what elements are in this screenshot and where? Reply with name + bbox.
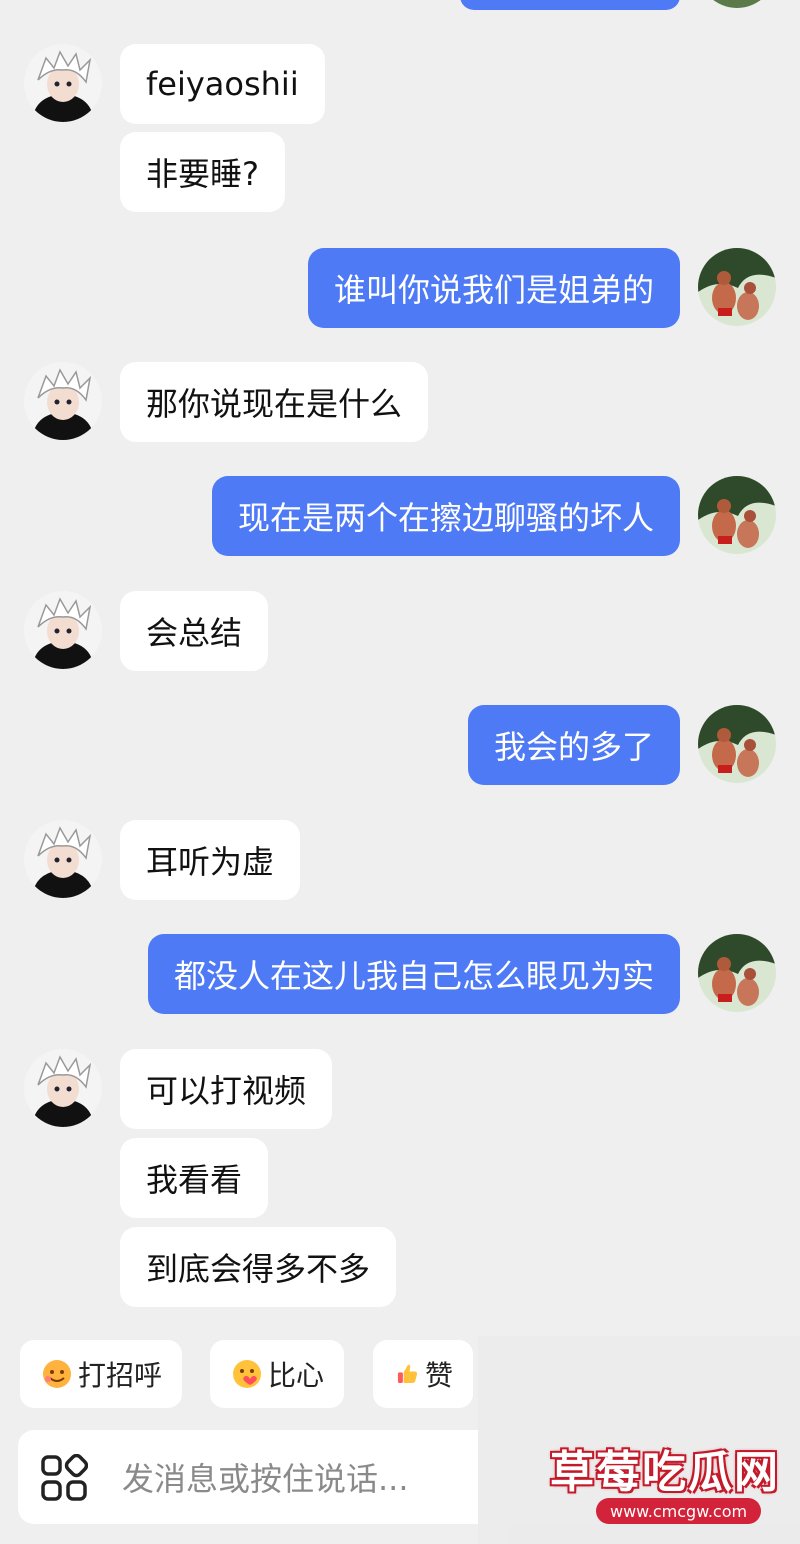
contact-avatar[interactable] [24, 362, 102, 440]
my-avatar[interactable] [698, 248, 776, 326]
my-avatar[interactable] [698, 705, 776, 783]
contact-avatar[interactable] [24, 1049, 102, 1127]
message-bubble[interactable]: 可以打视频 [120, 1049, 333, 1129]
contact-avatar[interactable] [24, 44, 102, 122]
chip-label: 比心 [268, 1359, 325, 1392]
message-input-field[interactable]: 发消息或按住说话... [122, 1430, 409, 1524]
message-bubble[interactable]: 现在是两个在擦边聊骚的坏人 [211, 476, 680, 556]
smile-wave-icon [43, 1360, 71, 1388]
message-bubble[interactable]: 会总结 [120, 591, 269, 671]
message-bubble[interactable]: 非要睡? [120, 132, 285, 212]
partial-avatar [698, 0, 776, 8]
quick-reply-greet-button[interactable]: 打招呼 [20, 1340, 183, 1408]
chip-label: 打招呼 [78, 1359, 163, 1392]
watermark-url: www.cmcgw.com [596, 1498, 762, 1524]
message-bubble[interactable]: 我会的多了 [467, 705, 680, 785]
message-bubble[interactable]: 都没人在这儿我自己怎么眼见为实 [147, 934, 680, 1014]
message-bubble[interactable]: 那你说现在是什么 [120, 362, 429, 442]
contact-avatar[interactable] [24, 820, 102, 898]
message-bubble[interactable]: 耳听为虚 [120, 820, 301, 900]
chip-label: 赞 [424, 1359, 453, 1392]
quick-reply-like-button[interactable]: 赞 [373, 1340, 473, 1408]
contact-avatar[interactable] [24, 591, 102, 669]
my-avatar[interactable] [698, 476, 776, 554]
heart-hands-icon [233, 1360, 261, 1388]
watermark: 草莓吃瓜网 www.cmcgw.com [478, 1336, 800, 1544]
apps-grid-icon[interactable] [40, 1454, 88, 1502]
quick-reply-heart-button[interactable]: 比心 [210, 1340, 345, 1408]
my-avatar[interactable] [698, 934, 776, 1012]
message-bubble[interactable]: feiyaoshii [120, 44, 325, 124]
message-bubble[interactable]: 我看看 [120, 1138, 269, 1218]
partial-message-bubble [460, 0, 680, 10]
thumbs-up-icon [397, 1364, 418, 1384]
watermark-title: 草莓吃瓜网 [550, 1447, 780, 1498]
message-bubble[interactable]: 到底会得多不多 [120, 1227, 397, 1307]
message-bubble[interactable]: 谁叫你说我们是姐弟的 [307, 248, 680, 328]
